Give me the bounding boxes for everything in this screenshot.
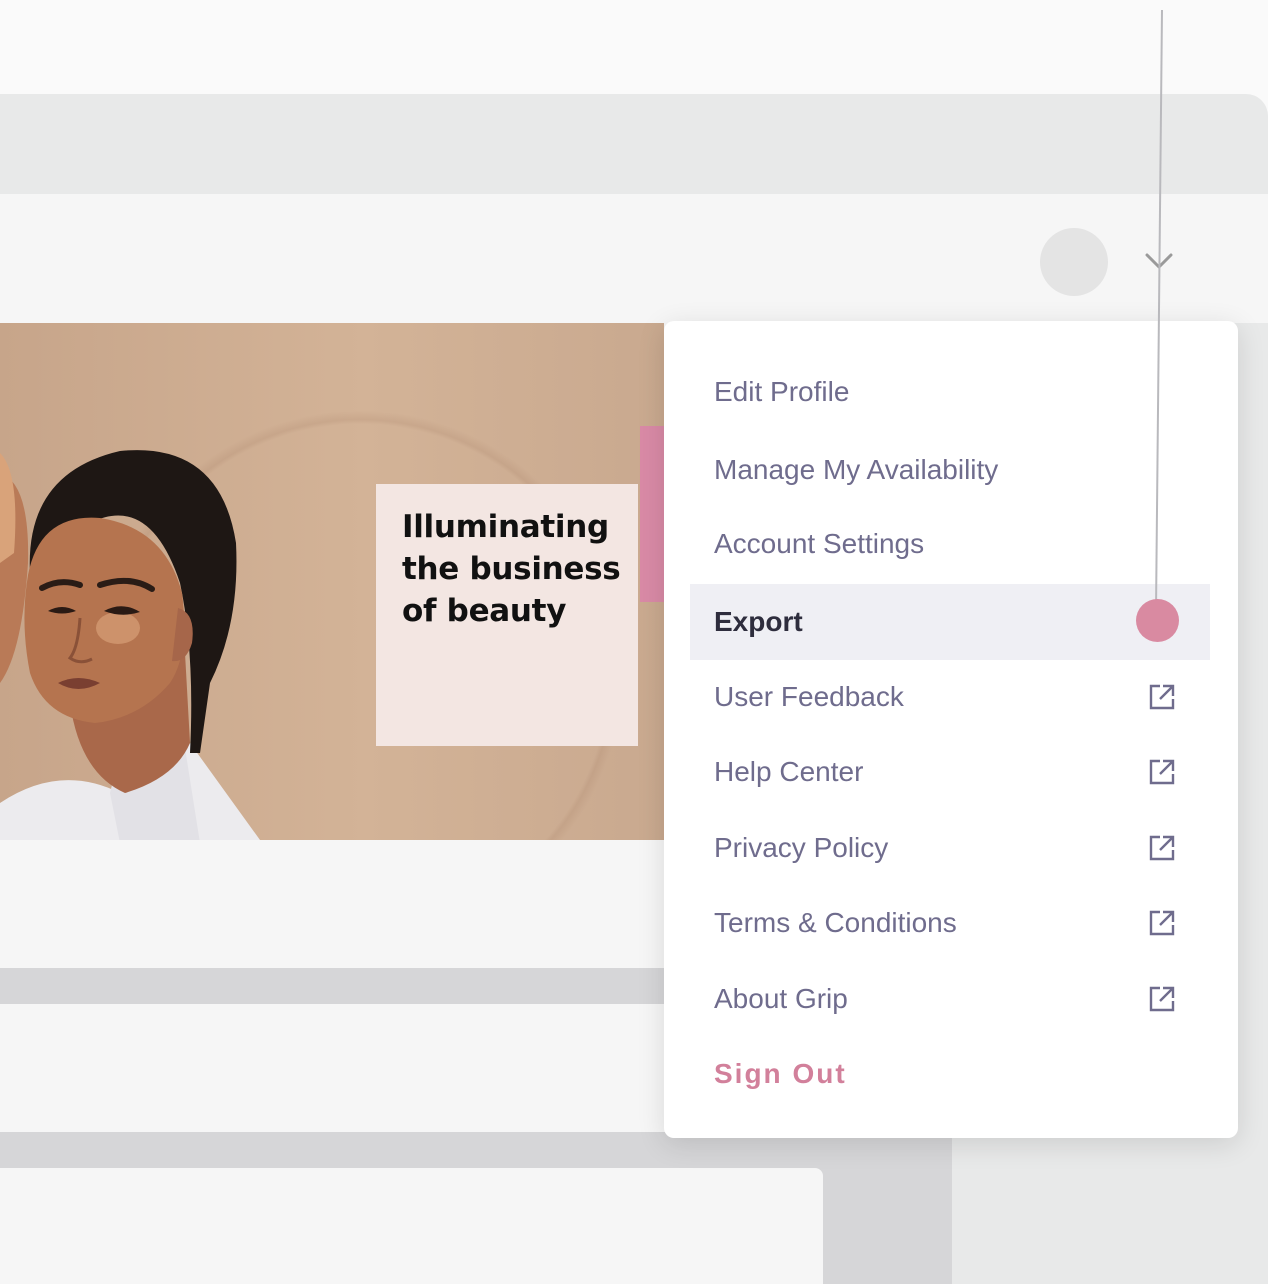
menu-item-label: User Feedback	[714, 681, 904, 712]
banner-headline: Illuminating the business of beauty	[402, 506, 632, 632]
menu-item-edit-profile[interactable]: Edit Profile	[690, 354, 1210, 430]
external-link-icon	[1149, 835, 1175, 861]
user-dropdown-menu: Edit Profile Manage My Availability Acco…	[664, 321, 1238, 1138]
pointer-guide-line	[1155, 10, 1163, 611]
menu-item-about-grip[interactable]: About Grip	[690, 961, 1210, 1037]
external-link-icon	[1149, 910, 1175, 936]
menu-item-privacy-policy[interactable]: Privacy Policy	[690, 810, 1210, 886]
banner-headline-line: the business	[402, 551, 621, 587]
banner-side-tag	[640, 426, 664, 602]
event-banner-image: Illuminating the business of beauty	[0, 323, 664, 840]
menu-item-export[interactable]: Export	[690, 584, 1210, 660]
menu-item-label: Privacy Policy	[714, 832, 889, 863]
menu-item-manage-availability[interactable]: Manage My Availability	[690, 432, 1210, 508]
menu-item-label: Terms & Conditions	[714, 907, 957, 938]
sign-out-label: Sign Out	[714, 1058, 847, 1089]
avatar[interactable]	[1040, 228, 1108, 296]
menu-item-label: Account Settings	[714, 528, 925, 559]
content-card	[0, 1168, 823, 1284]
external-link-icon	[1149, 986, 1175, 1012]
banner-headline-line: of beauty	[402, 593, 567, 629]
menu-item-terms-conditions[interactable]: Terms & Conditions	[690, 885, 1210, 961]
menu-item-user-feedback[interactable]: User Feedback	[690, 659, 1210, 735]
menu-item-label: Manage My Availability	[714, 454, 999, 485]
cursor-indicator	[1136, 599, 1179, 642]
menu-item-label: Edit Profile	[714, 376, 850, 407]
menu-item-help-center[interactable]: Help Center	[690, 734, 1210, 810]
external-link-icon	[1149, 759, 1175, 785]
menu-item-label: About Grip	[714, 983, 848, 1014]
banner-headline-line: Illuminating	[402, 509, 609, 545]
menu-item-label: Export	[714, 606, 803, 637]
banner-headline-card: Illuminating the business of beauty	[376, 484, 638, 746]
menu-item-account-settings[interactable]: Account Settings	[690, 506, 1210, 582]
sign-out-button[interactable]: Sign Out	[690, 1036, 1210, 1112]
external-link-icon	[1149, 684, 1175, 710]
menu-item-label: Help Center	[714, 756, 864, 787]
